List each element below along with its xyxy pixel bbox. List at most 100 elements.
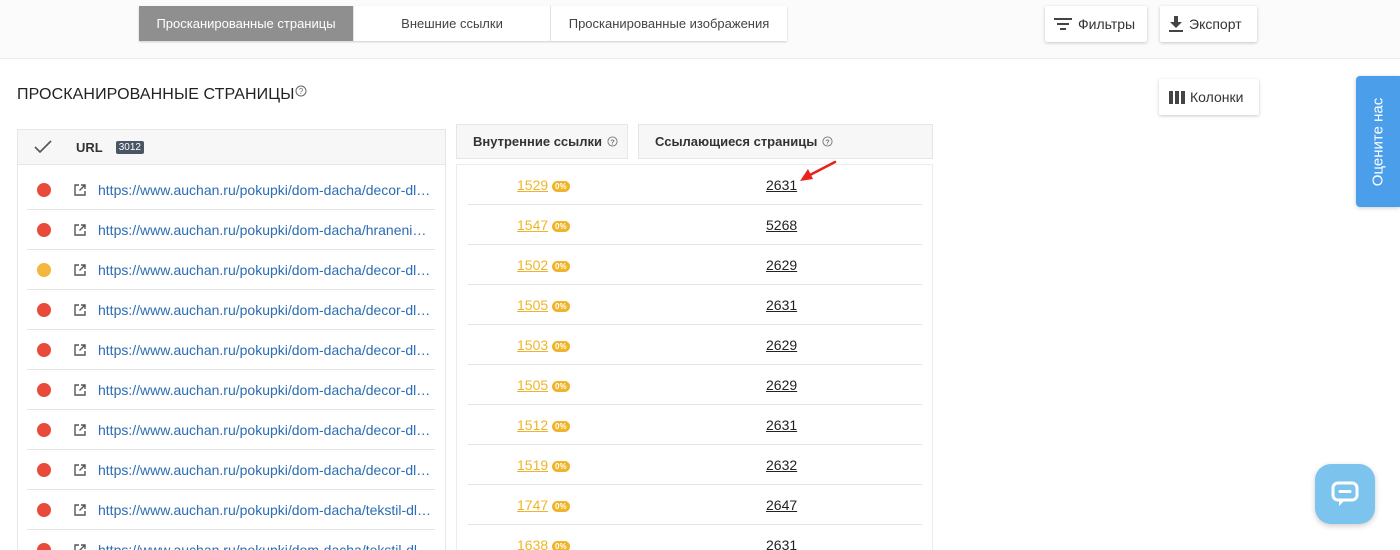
help-icon[interactable]: ? — [295, 85, 307, 97]
referring-pages-value[interactable]: 5268 — [766, 217, 797, 233]
tab-crawled-images[interactable]: Просканированные изображения — [551, 6, 787, 41]
external-link-icon[interactable] — [74, 543, 86, 550]
url-row[interactable]: https://www.auchan.ru/pokupki/dom-dacha/… — [27, 290, 435, 330]
percent-badge: 0% — [552, 461, 570, 472]
url-row[interactable]: https://www.auchan.ru/pokupki/dom-dacha/… — [27, 530, 435, 550]
internal-links-value[interactable]: 1505 — [517, 377, 548, 393]
view-tabs: Просканированные страницы Внешние ссылки… — [139, 6, 787, 41]
referring-pages-value[interactable]: 2631 — [766, 177, 797, 193]
referring-pages-value[interactable]: 2647 — [766, 497, 797, 513]
external-link-icon[interactable] — [74, 423, 86, 436]
download-icon — [1169, 16, 1183, 32]
url-row[interactable]: https://www.auchan.ru/pokupki/dom-dacha/… — [27, 410, 435, 450]
filters-button[interactable]: Фильтры — [1045, 6, 1147, 42]
export-button[interactable]: Экспорт — [1160, 6, 1257, 42]
referring-pages-value[interactable]: 2632 — [766, 457, 797, 473]
check-icon[interactable] — [33, 139, 53, 155]
url-row[interactable]: https://www.auchan.ru/pokupki/dom-dacha/… — [27, 170, 435, 210]
url-link[interactable]: https://www.auchan.ru/pokupki/dom-dacha/… — [98, 542, 434, 550]
tab-crawled-pages[interactable]: Просканированные страницы — [139, 6, 354, 41]
referring-pages-header-label: Ссылающиеся страницы — [655, 134, 818, 149]
url-link[interactable]: https://www.auchan.ru/pokupki/dom-dacha/… — [98, 502, 434, 518]
url-table-header: URL 3012 — [18, 130, 445, 165]
referring-pages-value[interactable]: 2631 — [766, 537, 797, 550]
external-link-icon[interactable] — [74, 183, 86, 196]
metrics-row: 1512 0% 2631 — [468, 405, 922, 445]
url-link[interactable]: https://www.auchan.ru/pokupki/dom-dacha/… — [98, 382, 434, 398]
percent-badge: 0% — [552, 181, 570, 192]
external-link-icon[interactable] — [74, 343, 86, 356]
status-dot — [37, 382, 51, 397]
external-link-icon[interactable] — [74, 463, 86, 476]
internal-links-value[interactable]: 1547 — [517, 217, 548, 233]
help-icon[interactable]: ? — [822, 136, 833, 147]
svg-text:?: ? — [610, 137, 615, 146]
url-row[interactable]: https://www.auchan.ru/pokupki/dom-dacha/… — [27, 250, 435, 290]
metrics-row: 1547 0% 5268 — [468, 205, 922, 245]
external-link-icon[interactable] — [74, 223, 86, 236]
url-link[interactable]: https://www.auchan.ru/pokupki/dom-dacha/… — [98, 222, 434, 238]
metrics-row: 1502 0% 2629 — [468, 245, 922, 285]
url-link[interactable]: https://www.auchan.ru/pokupki/dom-dacha/… — [98, 262, 434, 278]
internal-links-value[interactable]: 1502 — [517, 257, 548, 273]
page-title-text: ПРОСКАНИРОВАННЫЕ СТРАНИЦЫ — [17, 86, 295, 103]
chat-button[interactable] — [1315, 464, 1375, 524]
internal-links-value[interactable]: 1638 — [517, 537, 548, 550]
url-column-header[interactable]: URL — [76, 140, 103, 155]
status-dot — [37, 262, 51, 277]
status-dot — [37, 342, 51, 357]
url-link[interactable]: https://www.auchan.ru/pokupki/dom-dacha/… — [98, 302, 434, 318]
referring-pages-value[interactable]: 2631 — [766, 417, 797, 433]
metrics-row: 1529 0% 2631 — [468, 165, 922, 205]
url-link[interactable]: https://www.auchan.ru/pokupki/dom-dacha/… — [98, 422, 434, 438]
internal-links-header[interactable]: Внутренние ссылки ? — [456, 124, 628, 159]
referring-pages-value[interactable]: 2629 — [766, 257, 797, 273]
percent-badge: 0% — [552, 501, 570, 512]
referring-pages-value[interactable]: 2629 — [766, 337, 797, 353]
percent-badge: 0% — [552, 381, 570, 392]
export-label: Экспорт — [1189, 16, 1242, 32]
percent-badge: 0% — [552, 421, 570, 432]
status-dot — [37, 222, 51, 237]
internal-links-value[interactable]: 1747 — [517, 497, 548, 513]
internal-links-value[interactable]: 1505 — [517, 297, 548, 313]
internal-links-value[interactable]: 1519 — [517, 457, 548, 473]
external-link-icon[interactable] — [74, 263, 86, 276]
columns-button[interactable]: Колонки — [1159, 79, 1259, 115]
status-dot — [37, 182, 51, 197]
chat-icon — [1331, 481, 1359, 506]
url-row[interactable]: https://www.auchan.ru/pokupki/dom-dacha/… — [27, 330, 435, 370]
metrics-row: 1638 0% 2631 — [468, 525, 922, 550]
internal-links-value[interactable]: 1512 — [517, 417, 548, 433]
url-row[interactable]: https://www.auchan.ru/pokupki/dom-dacha/… — [27, 490, 435, 530]
url-row[interactable]: https://www.auchan.ru/pokupki/dom-dacha/… — [27, 370, 435, 410]
status-dot — [37, 542, 51, 550]
status-dot — [37, 502, 51, 517]
tab-external-links[interactable]: Внешние ссылки — [354, 6, 551, 41]
rate-us-label: Оцените нас — [1369, 97, 1387, 186]
url-row[interactable]: https://www.auchan.ru/pokupki/dom-dacha/… — [27, 450, 435, 490]
url-row[interactable]: https://www.auchan.ru/pokupki/dom-dacha/… — [27, 210, 435, 250]
internal-links-value[interactable]: 1529 — [517, 177, 548, 193]
external-link-icon[interactable] — [74, 383, 86, 396]
percent-badge: 0% — [552, 301, 570, 312]
url-link[interactable]: https://www.auchan.ru/pokupki/dom-dacha/… — [98, 182, 434, 198]
percent-badge: 0% — [552, 341, 570, 352]
referring-pages-value[interactable]: 2631 — [766, 297, 797, 313]
rate-us-tab[interactable]: Оцените нас — [1356, 76, 1400, 207]
red-arrow-annotation — [800, 160, 837, 181]
page-title: ПРОСКАНИРОВАННЫЕ СТРАНИЦЫ? — [17, 85, 307, 104]
metrics-row: 1503 0% 2629 — [468, 325, 922, 365]
internal-links-value[interactable]: 1503 — [517, 337, 548, 353]
percent-badge: 0% — [552, 221, 570, 232]
metrics-row: 1519 0% 2632 — [468, 445, 922, 485]
external-link-icon[interactable] — [74, 503, 86, 516]
status-dot — [37, 462, 51, 477]
columns-icon — [1169, 90, 1185, 104]
referring-pages-header[interactable]: Ссылающиеся страницы ? — [638, 124, 933, 159]
help-icon[interactable]: ? — [607, 136, 618, 147]
url-link[interactable]: https://www.auchan.ru/pokupki/dom-dacha/… — [98, 462, 434, 478]
external-link-icon[interactable] — [74, 303, 86, 316]
referring-pages-value[interactable]: 2629 — [766, 377, 797, 393]
url-link[interactable]: https://www.auchan.ru/pokupki/dom-dacha/… — [98, 342, 434, 358]
